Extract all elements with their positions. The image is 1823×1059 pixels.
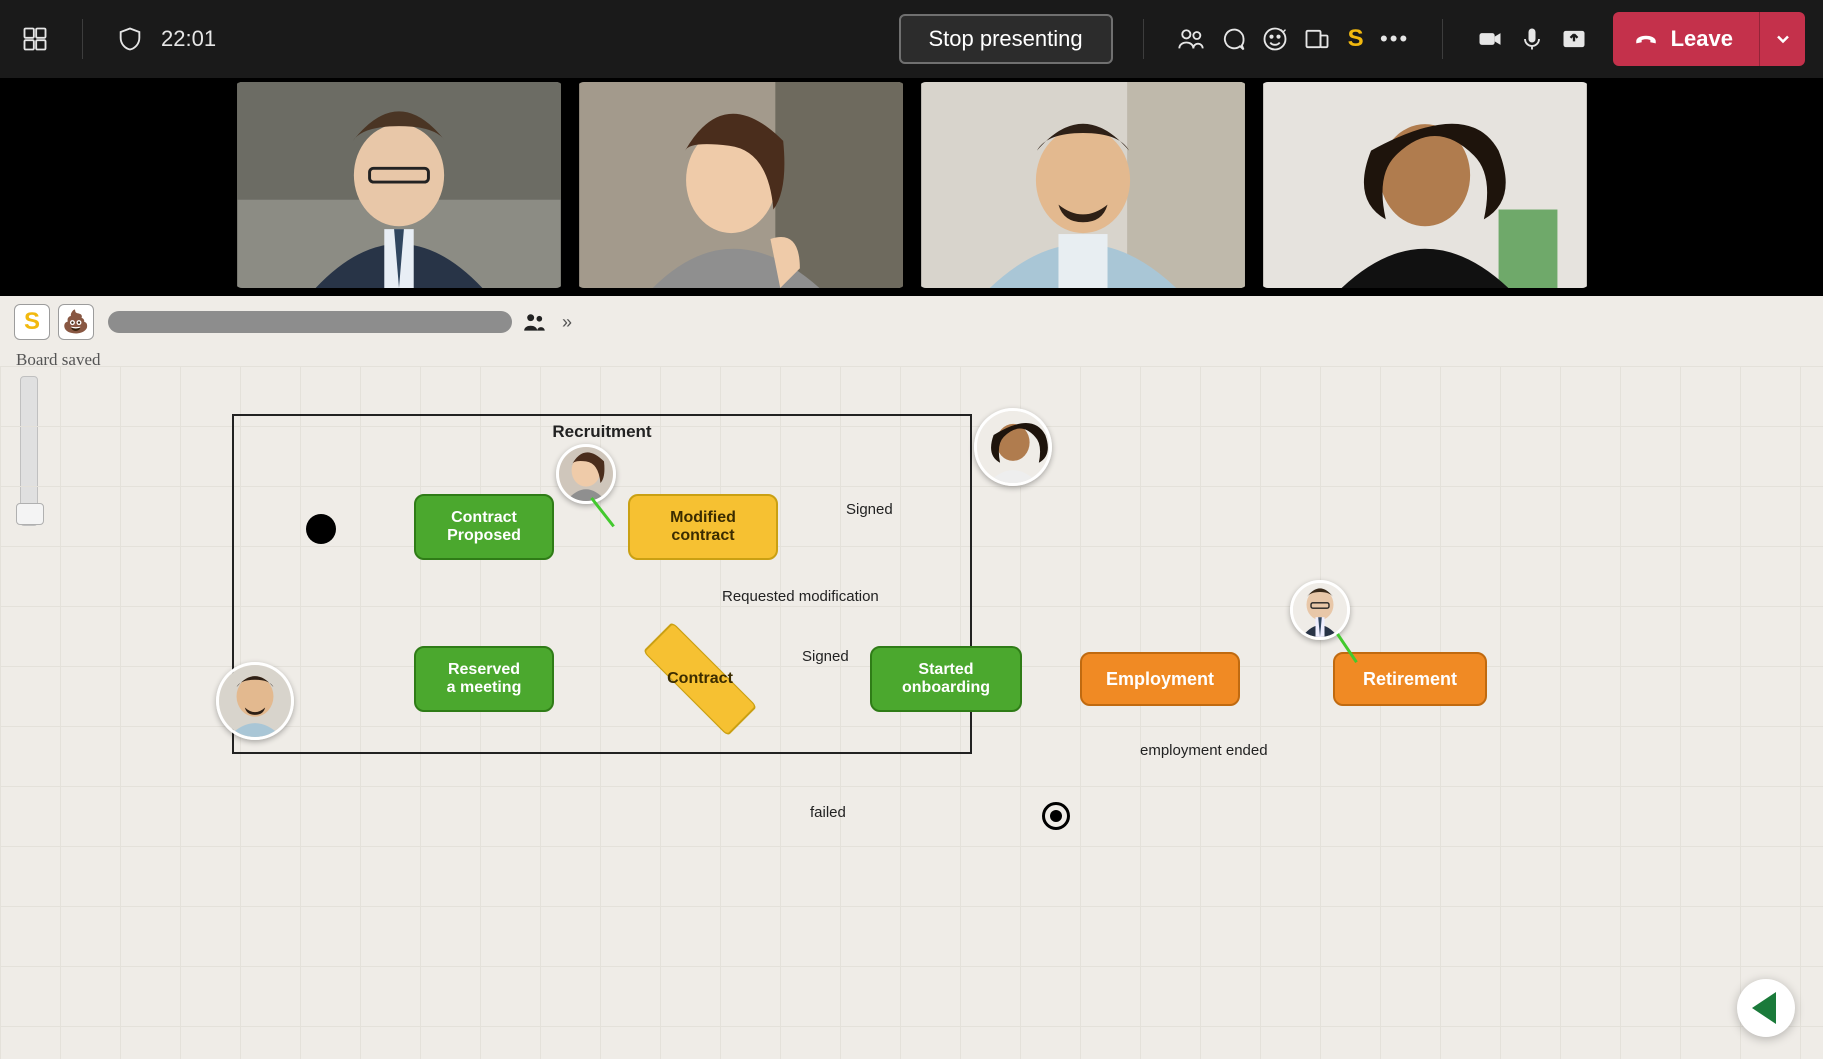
lane-title: Recruitment (552, 422, 651, 442)
whiteboard-toolbar: S 💩 » (14, 304, 572, 340)
reactions-icon[interactable] (1258, 22, 1292, 56)
edge-label-emp-ended: employment ended (1140, 742, 1268, 759)
edge-label-failed: failed (810, 804, 846, 821)
start-node[interactable] (306, 514, 336, 544)
presence-people-icon[interactable] (520, 307, 550, 337)
separator (1442, 19, 1443, 59)
camera-icon[interactable] (1473, 22, 1507, 56)
diagram-canvas[interactable]: Recruitment Contract Proposed Modified c… (0, 366, 1823, 1059)
cursor-avatar-3 (216, 662, 294, 740)
mic-icon[interactable] (1515, 22, 1549, 56)
chat-icon[interactable] (1216, 22, 1250, 56)
end-node[interactable] (1042, 802, 1070, 830)
node-employment[interactable]: Employment (1080, 652, 1240, 706)
node-contract-proposed[interactable]: Contract Proposed (414, 494, 554, 560)
share-icon[interactable] (1557, 22, 1591, 56)
participant-tile-2[interactable] (576, 82, 906, 288)
node-reserved-meeting[interactable]: Reserved a meeting (414, 646, 554, 712)
edge-label-signed-mid: Signed (802, 648, 849, 665)
leave-label: Leave (1671, 26, 1733, 52)
node-started-onboarding[interactable]: Started onboarding (870, 646, 1022, 712)
toolbar-pill[interactable] (108, 311, 512, 333)
leave-button-group: Leave (1613, 12, 1805, 66)
participant-video-strip (0, 78, 1823, 296)
app-logo-s-icon[interactable]: S (14, 304, 50, 340)
app-token-poop-icon[interactable]: 💩 (58, 304, 94, 340)
stop-presenting-button[interactable]: Stop presenting (899, 14, 1113, 64)
shared-whiteboard-area: S 💩 » Board saved Recruitment Contract P… (0, 296, 1823, 1059)
cursor-avatar-4 (1290, 580, 1350, 640)
shield-icon[interactable] (113, 22, 147, 56)
edge-label-signed-top: Signed (846, 501, 893, 518)
leave-button[interactable]: Leave (1613, 12, 1759, 66)
meeting-duration: 22:01 (161, 26, 216, 52)
participant-tile-1[interactable] (234, 82, 564, 288)
expand-chevron-icon[interactable]: » (562, 312, 572, 333)
fab-collapse-button[interactable] (1737, 979, 1795, 1037)
participant-tile-4[interactable] (1260, 82, 1590, 288)
node-modified-contract[interactable]: Modified contract (628, 494, 778, 560)
cursor-avatar-2 (974, 408, 1052, 486)
leave-chevron-button[interactable] (1759, 12, 1805, 66)
rooms-icon[interactable] (1300, 22, 1334, 56)
more-actions-icon[interactable]: ••• (1378, 22, 1412, 56)
meeting-top-bar: 22:01 Stop presenting S ••• Leave (0, 0, 1823, 78)
people-icon[interactable] (1174, 22, 1208, 56)
triangle-left-icon (1752, 992, 1776, 1024)
node-contract-decision[interactable]: Contract (640, 644, 760, 714)
separator (1143, 19, 1144, 59)
node-contract-decision-label: Contract (640, 644, 760, 714)
cursor-avatar-1 (556, 444, 616, 504)
separator (82, 19, 83, 59)
app-s-icon[interactable]: S (1342, 25, 1370, 53)
participant-tile-3[interactable] (918, 82, 1248, 288)
grid-view-icon[interactable] (18, 22, 52, 56)
edge-label-req-mod: Requested modification (722, 588, 879, 605)
